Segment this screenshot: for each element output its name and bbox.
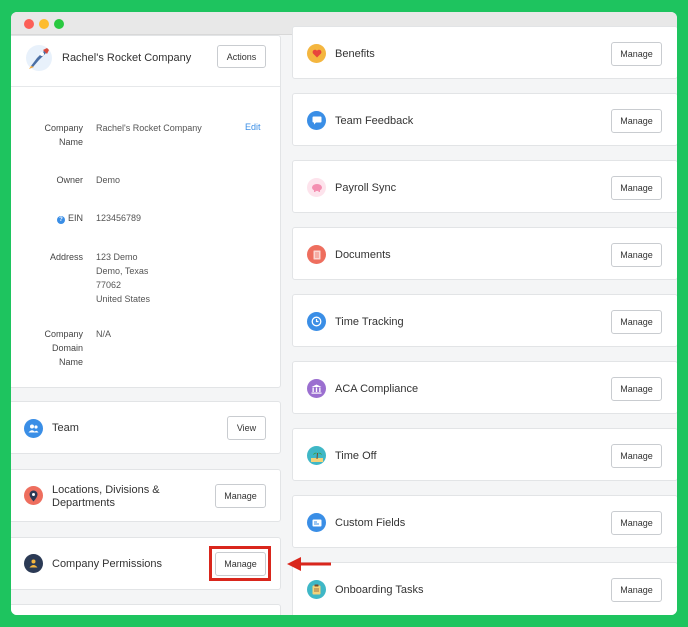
address-label: Address xyxy=(49,252,83,262)
arrow-left-icon xyxy=(287,557,331,571)
owner-label: Owner xyxy=(56,175,83,185)
app-title: Payroll Sync xyxy=(335,182,397,194)
ein-label: ? EIN xyxy=(21,211,83,225)
beach-icon xyxy=(307,446,326,465)
app-title: Benefits xyxy=(335,48,375,60)
documents-manage-button[interactable]: Manage xyxy=(611,243,662,267)
clock-icon xyxy=(307,312,326,331)
feedback-icon xyxy=(307,111,326,130)
custom-fields-manage-button[interactable]: Manage xyxy=(611,511,662,535)
actions-button[interactable]: Actions xyxy=(217,45,266,68)
zoom-window-button[interactable] xyxy=(54,19,64,29)
locations-manage-button[interactable]: Manage xyxy=(215,484,266,508)
custom-fields-icon xyxy=(307,513,326,532)
partial-card xyxy=(11,604,281,615)
company-logo-icon xyxy=(26,45,52,71)
heart-icon xyxy=(307,44,326,63)
domain-value: N/A xyxy=(96,329,112,339)
app-title: Time Tracking xyxy=(335,316,404,328)
app-window: Rachel's Rocket Company Actions Company … xyxy=(11,12,677,615)
aca-compliance-manage-button[interactable]: Manage xyxy=(611,377,662,401)
app-title: Time Off xyxy=(335,450,377,462)
team-view-button[interactable]: View xyxy=(227,416,266,440)
card-divider xyxy=(11,86,280,87)
app-title: Onboarding Tasks xyxy=(335,584,424,596)
company-title: Rachel's Rocket Company xyxy=(62,52,192,64)
ein-value: 123456789 xyxy=(96,213,142,223)
benefits-manage-button[interactable]: Manage xyxy=(611,42,662,66)
team-title: Team xyxy=(52,422,79,434)
edit-link[interactable]: Edit xyxy=(245,122,261,132)
app-title: Documents xyxy=(335,249,391,261)
payroll-sync-manage-button[interactable]: Manage xyxy=(611,176,662,200)
document-icon xyxy=(307,245,326,264)
address-value: 123 Demo Demo, Texas 77062 United States xyxy=(96,252,151,304)
help-icon[interactable]: ? xyxy=(56,216,65,224)
building-icon xyxy=(307,379,326,398)
permissions-icon xyxy=(24,554,43,573)
highlight-box xyxy=(209,546,271,581)
location-pin-icon xyxy=(24,486,43,505)
permissions-title: Company Permissions xyxy=(52,558,163,570)
team-icon xyxy=(24,419,43,438)
minimize-window-button[interactable] xyxy=(39,19,49,29)
onboarding-tasks-manage-button[interactable]: Manage xyxy=(611,578,662,602)
domain-label: Company Domain Name xyxy=(44,329,83,367)
time-off-manage-button[interactable]: Manage xyxy=(611,444,662,468)
close-window-button[interactable] xyxy=(24,19,34,29)
app-title: Custom Fields xyxy=(335,517,406,529)
app-title: Team Feedback xyxy=(335,115,414,127)
clipboard-icon xyxy=(307,580,326,599)
app-title: ACA Compliance xyxy=(335,383,419,395)
owner-value: Demo xyxy=(96,175,121,185)
time-tracking-manage-button[interactable]: Manage xyxy=(611,310,662,334)
piggy-bank-icon xyxy=(307,178,326,197)
company-name-value: Rachel's Rocket Company xyxy=(96,123,202,133)
locations-title: Locations, Divisions & Departments xyxy=(52,484,160,509)
team-feedback-manage-button[interactable]: Manage xyxy=(611,109,662,133)
company-name-label: Company Name xyxy=(44,123,83,147)
